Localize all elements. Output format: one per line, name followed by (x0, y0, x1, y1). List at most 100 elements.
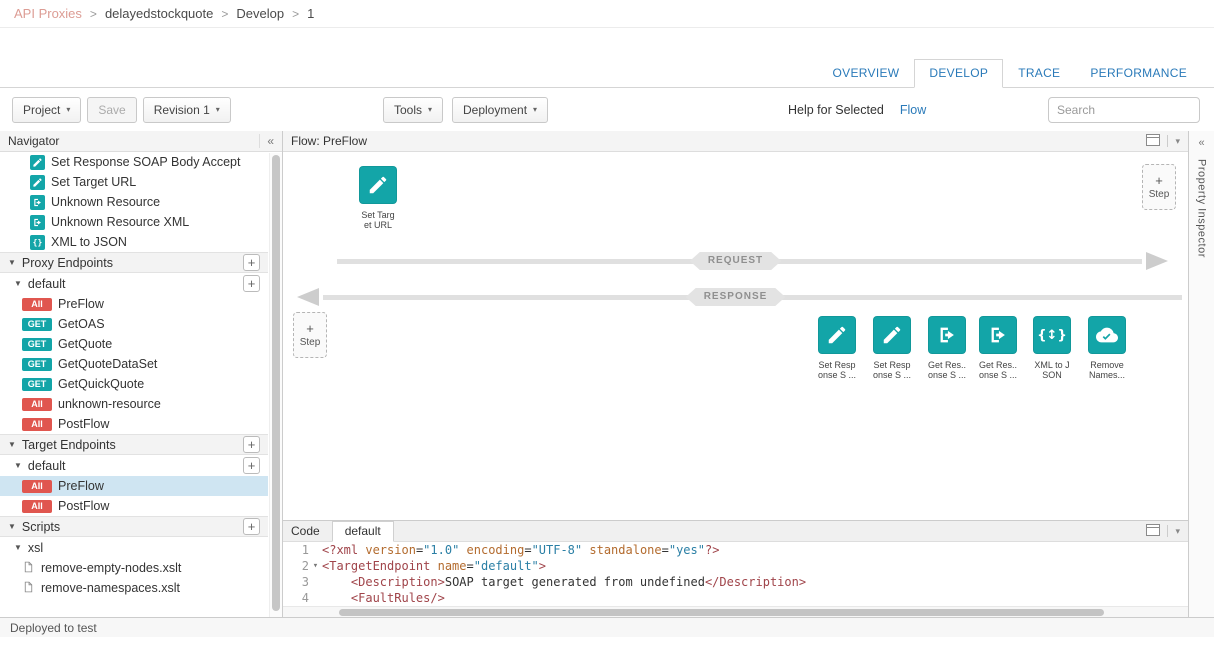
scrollbar-thumb[interactable] (272, 155, 280, 611)
step-label: XML to J SON (1027, 360, 1077, 380)
collapse-panel-icon[interactable]: ▾ (1175, 136, 1180, 147)
search-input[interactable] (1048, 97, 1200, 123)
add-step-button-request[interactable]: + Step (1142, 164, 1176, 210)
tab-overview[interactable]: OVERVIEW (818, 59, 915, 88)
triangle-down-icon[interactable]: ▼ (14, 461, 22, 470)
triangle-down-icon[interactable]: ▼ (8, 522, 16, 531)
section-scripts[interactable]: ▼ Scripts + (0, 516, 268, 537)
code-panel: Code default ▾ 1<?xml version="1.0" enco… (283, 520, 1188, 617)
help-flow-link[interactable]: Flow (900, 103, 926, 117)
fold-marker-icon (309, 590, 322, 606)
flow-step-set-response-2[interactable]: Set Resp onse S ... (867, 316, 917, 380)
breadcrumb: API Proxies > delayedstockquote > Develo… (0, 0, 1214, 28)
save-button[interactable]: Save (87, 97, 136, 123)
navigator-scrollbar[interactable] (269, 153, 282, 617)
group-target-default[interactable]: ▼ default + (0, 455, 268, 476)
expand-left-icon[interactable]: « (1198, 137, 1204, 149)
nav-resource-unknown-resource-xml[interactable]: Unknown Resource XML (0, 212, 268, 232)
tab-trace[interactable]: TRACE (1003, 59, 1075, 88)
breadcrumb-revision[interactable]: 1 (307, 6, 314, 21)
group-scripts-xsl[interactable]: ▼ xsl (0, 537, 268, 558)
section-proxy-endpoints[interactable]: ▼ Proxy Endpoints + (0, 252, 268, 273)
method-badge: GET (22, 338, 52, 351)
export-icon (30, 215, 45, 230)
main-area: Navigator « Set Response SOAP Body Accep… (0, 131, 1214, 617)
tools-menu-button[interactable]: Tools ▾ (383, 97, 443, 123)
caret-down-icon: ▾ (428, 105, 432, 114)
add-step-button-response[interactable]: + Step (293, 312, 327, 358)
add-conditional-flow-button[interactable]: + (243, 457, 260, 474)
triangle-down-icon[interactable]: ▼ (14, 543, 22, 552)
breadcrumb-develop[interactable]: Develop (236, 6, 284, 21)
triangle-down-icon[interactable]: ▼ (14, 279, 22, 288)
code-line[interactable]: 3 <Description>SOAP target generated fro… (283, 574, 1188, 590)
flow-step-remove-namespaces[interactable]: Remove Names... (1082, 316, 1132, 380)
plus-icon: + (306, 323, 314, 335)
code-line[interactable]: 4 <FaultRules/> (283, 590, 1188, 606)
proxy-flow-preflow[interactable]: All PreFlow (0, 294, 268, 314)
add-script-button[interactable]: + (243, 518, 260, 535)
request-lane: REQUEST (283, 251, 1188, 271)
section-title: Scripts (22, 520, 60, 534)
step-label: Set Targ et URL (353, 210, 403, 230)
braces-icon: {} (30, 235, 45, 250)
breadcrumb-separator: > (90, 7, 97, 21)
proxy-flow-getquotedataset[interactable]: GET GetQuoteDataSet (0, 354, 268, 374)
layout-panels-icon[interactable] (1146, 524, 1160, 539)
navigator-collapse-button[interactable]: « (259, 134, 274, 148)
nav-item-label: Set Target URL (51, 175, 136, 189)
tab-develop[interactable]: DEVELOP (914, 59, 1003, 88)
flow-step-get-response-2[interactable]: Get Res.. onse S ... (973, 316, 1023, 380)
plus-icon: + (1155, 175, 1163, 187)
breadcrumb-proxy-name[interactable]: delayedstockquote (105, 6, 213, 21)
nav-policy-set-target-url[interactable]: Set Target URL (0, 172, 268, 192)
nav-policy-xml-to-json[interactable]: {} XML to JSON (0, 232, 268, 252)
code-editor[interactable]: 1<?xml version="1.0" encoding="UTF-8" st… (283, 542, 1188, 617)
script-file-remove-empty-nodes[interactable]: remove-empty-nodes.xslt (0, 558, 268, 578)
project-menu-button[interactable]: Project ▾ (12, 97, 81, 123)
add-conditional-flow-button[interactable]: + (243, 275, 260, 292)
proxy-flow-postflow[interactable]: All PostFlow (0, 414, 268, 434)
proxy-flow-getquote[interactable]: GET GetQuote (0, 334, 268, 354)
code-tab-default[interactable]: default (332, 521, 394, 542)
deployment-menu-button[interactable]: Deployment ▾ (452, 97, 548, 123)
flow-step-set-target-url[interactable]: Set Targ et URL (353, 166, 403, 230)
code-horizontal-scrollbar[interactable] (283, 606, 1188, 617)
code-line[interactable]: 1<?xml version="1.0" encoding="UTF-8" st… (283, 542, 1188, 558)
script-file-remove-namespaces[interactable]: remove-namespaces.xslt (0, 578, 268, 598)
proxy-flow-getquickquote[interactable]: GET GetQuickQuote (0, 374, 268, 394)
scrollbar-thumb[interactable] (339, 609, 1104, 616)
flow-step-get-response-1[interactable]: Get Res.. onse S ... (922, 316, 972, 380)
flow-step-xml-to-json[interactable]: {↕} XML to J SON (1027, 316, 1077, 380)
method-badge: All (22, 298, 52, 311)
nav-resource-unknown-resource[interactable]: Unknown Resource (0, 192, 268, 212)
export-icon (928, 316, 966, 354)
add-target-endpoint-button[interactable]: + (243, 436, 260, 453)
triangle-down-icon[interactable]: ▼ (8, 258, 16, 267)
tab-performance[interactable]: PERFORMANCE (1075, 59, 1202, 88)
collapse-panel-icon[interactable]: ▾ (1175, 526, 1180, 537)
fold-marker-icon (309, 542, 322, 558)
layout-panels-icon[interactable] (1146, 134, 1160, 149)
code-line[interactable]: 2▾<TargetEndpoint name="default"> (283, 558, 1188, 574)
proxy-flow-getoas[interactable]: GET GetOAS (0, 314, 268, 334)
cloud-check-icon (1088, 316, 1126, 354)
fold-marker-icon[interactable]: ▾ (309, 558, 322, 574)
nav-policy-set-response-soap-body-accept[interactable]: Set Response SOAP Body Accept (0, 152, 268, 172)
flow-header: Flow: PreFlow ▾ (283, 131, 1188, 152)
add-proxy-endpoint-button[interactable]: + (243, 254, 260, 271)
nav-item-label: Unknown Resource (51, 195, 160, 209)
section-title: Proxy Endpoints (22, 256, 113, 270)
property-inspector-strip[interactable]: « Property Inspector (1188, 131, 1214, 617)
triangle-down-icon[interactable]: ▼ (8, 440, 16, 449)
group-proxy-default[interactable]: ▼ default + (0, 273, 268, 294)
breadcrumb-api-proxies[interactable]: API Proxies (14, 6, 82, 21)
flow-step-set-response-1[interactable]: Set Resp onse S ... (812, 316, 862, 380)
target-flow-postflow[interactable]: All PostFlow (0, 496, 268, 516)
target-flow-preflow[interactable]: All PreFlow (0, 476, 268, 496)
flow-canvas: Set Targ et URL + Step REQUEST (283, 152, 1188, 520)
revision-menu-button[interactable]: Revision 1 ▾ (143, 97, 231, 123)
caret-down-icon: ▾ (533, 105, 537, 114)
proxy-flow-unknown-resource[interactable]: All unknown-resource (0, 394, 268, 414)
section-target-endpoints[interactable]: ▼ Target Endpoints + (0, 434, 268, 455)
